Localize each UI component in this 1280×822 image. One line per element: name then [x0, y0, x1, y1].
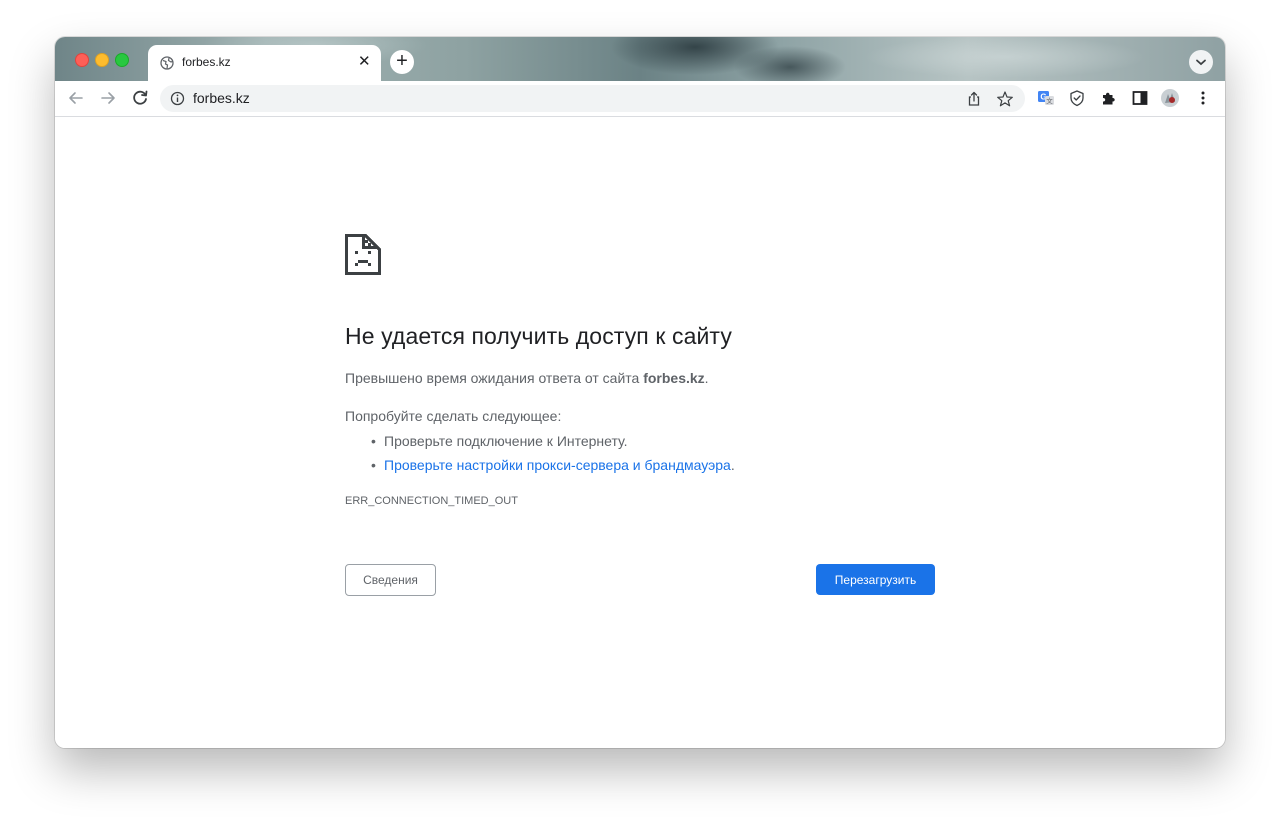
suggestion-suffix: . — [730, 457, 735, 473]
bookmark-star-icon[interactable] — [996, 90, 1014, 108]
url-text[interactable]: forbes.kz — [193, 90, 250, 106]
suggestion-check-connection: Проверьте подключение к Интернету. — [371, 432, 735, 456]
puzzle-extensions-icon[interactable] — [1100, 89, 1118, 107]
details-button[interactable]: Сведения — [345, 564, 436, 596]
browser-toolbar: forbes.kz G 文 — [55, 81, 1225, 117]
tab-close-icon[interactable]: ✕ — [358, 53, 371, 71]
reload-button[interactable]: Перезагрузить — [816, 564, 935, 595]
close-window-button[interactable] — [75, 53, 89, 67]
tab-forbes[interactable]: forbes.kz ✕ — [148, 45, 381, 81]
translate-extension-icon[interactable]: G 文 — [1037, 89, 1055, 107]
suggestion-check-proxy: Проверьте настройки прокси-сервера и бра… — [371, 456, 735, 480]
title-bar: forbes.kz ✕ + — [55, 37, 1225, 81]
globe-icon — [160, 56, 174, 70]
error-summary: Превышено время ожидания ответа от сайта… — [345, 370, 709, 386]
browser-window: forbes.kz ✕ + forbes.kz G 文 Не удается п… — [55, 37, 1225, 748]
reload-icon[interactable] — [129, 87, 151, 109]
new-tab-button[interactable]: + — [390, 50, 414, 74]
forward-icon[interactable] — [97, 87, 119, 109]
error-heading: Не удается получить доступ к сайту — [345, 323, 732, 349]
address-bar[interactable]: forbes.kz — [160, 85, 1025, 112]
error-code: ERR_CONNECTION_TIMED_OUT — [345, 495, 518, 507]
info-icon[interactable] — [170, 91, 185, 106]
suggestions-title: Попробуйте сделать следующее: — [345, 408, 562, 424]
profile-avatar-icon[interactable] — [1160, 88, 1180, 108]
zoom-window-button[interactable] — [115, 53, 129, 67]
chevron-down-icon — [1196, 59, 1206, 66]
sad-document-icon — [345, 234, 381, 275]
tab-title: forbes.kz — [182, 55, 231, 69]
more-menu-icon[interactable] — [1194, 89, 1212, 107]
back-icon[interactable] — [65, 87, 87, 109]
tab-search-button[interactable] — [1189, 50, 1213, 74]
shield-extension-icon[interactable] — [1068, 89, 1086, 107]
error-page: Не удается получить доступ к сайту Превы… — [55, 117, 1225, 748]
minimize-window-button[interactable] — [95, 53, 109, 67]
suggestions-list: Проверьте подключение к Интернету. Прове… — [345, 432, 735, 480]
suggestion-text: Проверьте подключение к Интернету. — [384, 433, 628, 449]
share-icon[interactable] — [965, 90, 983, 108]
summary-prefix: Превышено время ожидания ответа от сайта — [345, 370, 644, 386]
proxy-firewall-settings-link[interactable]: Проверьте настройки прокси-сервера и бра… — [384, 457, 731, 473]
svg-text:文: 文 — [1046, 96, 1053, 105]
side-panel-icon[interactable] — [1131, 89, 1149, 107]
summary-suffix: . — [704, 370, 709, 386]
summary-host: forbes.kz — [643, 370, 705, 386]
